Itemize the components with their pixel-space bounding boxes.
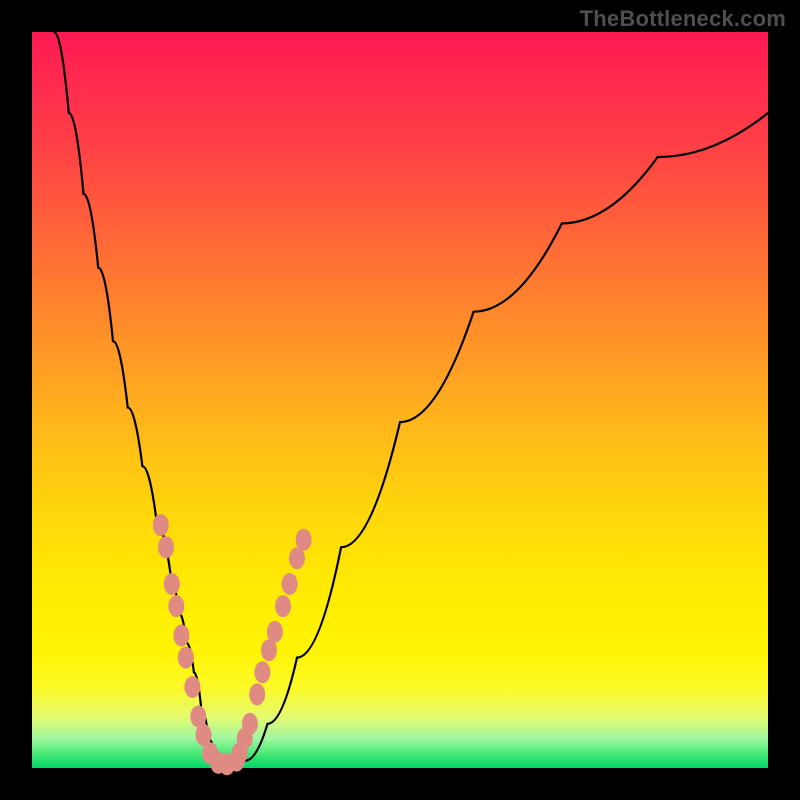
marker-dot [178, 647, 194, 669]
marker-group [153, 514, 312, 775]
bottleneck-curve-path [54, 32, 768, 764]
marker-dot [158, 536, 174, 558]
marker-dot [296, 529, 312, 551]
marker-dot [275, 595, 291, 617]
marker-dot [282, 573, 298, 595]
marker-dot [153, 514, 169, 536]
marker-dot [168, 595, 184, 617]
marker-dot [242, 713, 258, 735]
marker-dot [267, 621, 283, 643]
chart-frame: TheBottleneck.com [0, 0, 800, 800]
watermark-text: TheBottleneck.com [580, 6, 786, 32]
marker-dot [254, 661, 270, 683]
marker-dot [164, 573, 180, 595]
marker-dot [173, 625, 189, 647]
marker-dot [184, 676, 200, 698]
marker-dot [249, 683, 265, 705]
chart-svg [32, 32, 768, 768]
